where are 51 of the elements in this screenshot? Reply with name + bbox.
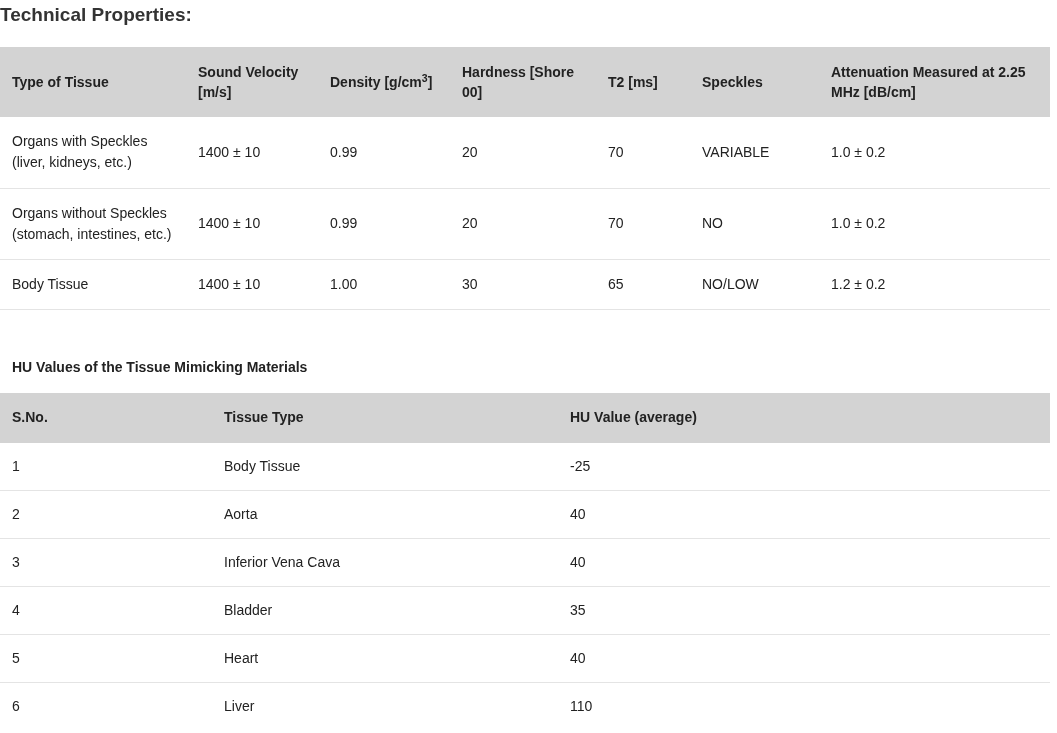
table-cell: 1.0 ± 0.2 bbox=[819, 117, 1050, 188]
table-cell: NO bbox=[690, 188, 819, 259]
table-cell: 70 bbox=[596, 117, 690, 188]
table-cell: 1.0 ± 0.2 bbox=[819, 188, 1050, 259]
table-cell: 1400 ± 10 bbox=[186, 117, 318, 188]
table-cell: 30 bbox=[450, 259, 596, 309]
table-cell: 0.99 bbox=[318, 117, 450, 188]
table-cell: 40 bbox=[558, 538, 1050, 587]
table-cell: 6 bbox=[0, 682, 212, 731]
table-cell: Heart bbox=[212, 634, 558, 683]
table-cell: 4 bbox=[0, 586, 212, 635]
table-cell: Body Tissue bbox=[0, 259, 186, 309]
column-header: T2 [ms] bbox=[596, 47, 690, 117]
table-cell: NO/LOW bbox=[690, 259, 819, 309]
table-cell: Bladder bbox=[212, 586, 558, 635]
table-cell: 20 bbox=[450, 188, 596, 259]
column-header: Density [g/cm$^{3}$] bbox=[318, 47, 450, 117]
table-cell: Inferior Vena Cava bbox=[212, 538, 558, 587]
table-cell: 1 bbox=[0, 442, 212, 491]
table-title: HU Values of the Tissue Mimicking Materials bbox=[11, 357, 309, 377]
column-header: Tissue Type bbox=[212, 392, 558, 443]
table-cell: Organs without Speckles (stomach, intestines, etc.) bbox=[0, 188, 186, 259]
table-cell: Organs with Speckles (liver, kidneys, etc.) bbox=[0, 117, 186, 188]
table-cell: 40 bbox=[558, 634, 1050, 683]
table-cell: 65 bbox=[596, 259, 690, 309]
table-cell: Aorta bbox=[212, 490, 558, 539]
table-cell: -25 bbox=[558, 442, 1050, 491]
table-cell: 0.99 bbox=[318, 188, 450, 259]
column-header: Type of Tissue bbox=[0, 47, 186, 117]
table-cell: 1400 ± 10 bbox=[186, 259, 318, 309]
table-cell: 40 bbox=[558, 490, 1050, 539]
table-cell: VARIABLE bbox=[690, 117, 819, 188]
table-cell: Liver bbox=[212, 682, 558, 731]
table-cell: 5 bbox=[0, 634, 212, 683]
table-cell: 1.2 ± 0.2 bbox=[819, 259, 1050, 309]
column-header: HU Value (average) bbox=[558, 392, 1050, 443]
table-cell: 1.00 bbox=[318, 259, 450, 309]
column-header: Sound Velocity [m/s] bbox=[186, 47, 318, 117]
column-header: Attenuation Measured at 2.25 MHz [dB/cm] bbox=[819, 47, 1050, 117]
table-cell: 110 bbox=[558, 682, 1050, 731]
table-cell: 70 bbox=[596, 188, 690, 259]
table-cell: 2 bbox=[0, 490, 212, 539]
column-header: Hardness [Shore 00] bbox=[450, 47, 596, 117]
table-cell: 3 bbox=[0, 538, 212, 587]
column-header: S.No. bbox=[0, 392, 212, 443]
column-header: Speckles bbox=[690, 47, 819, 117]
table-cell: 20 bbox=[450, 117, 596, 188]
table-cell: Body Tissue bbox=[212, 442, 558, 491]
table-cell: 35 bbox=[558, 586, 1050, 635]
table-cell: 1400 ± 10 bbox=[186, 188, 318, 259]
section-title: Technical Properties: bbox=[0, 3, 193, 27]
